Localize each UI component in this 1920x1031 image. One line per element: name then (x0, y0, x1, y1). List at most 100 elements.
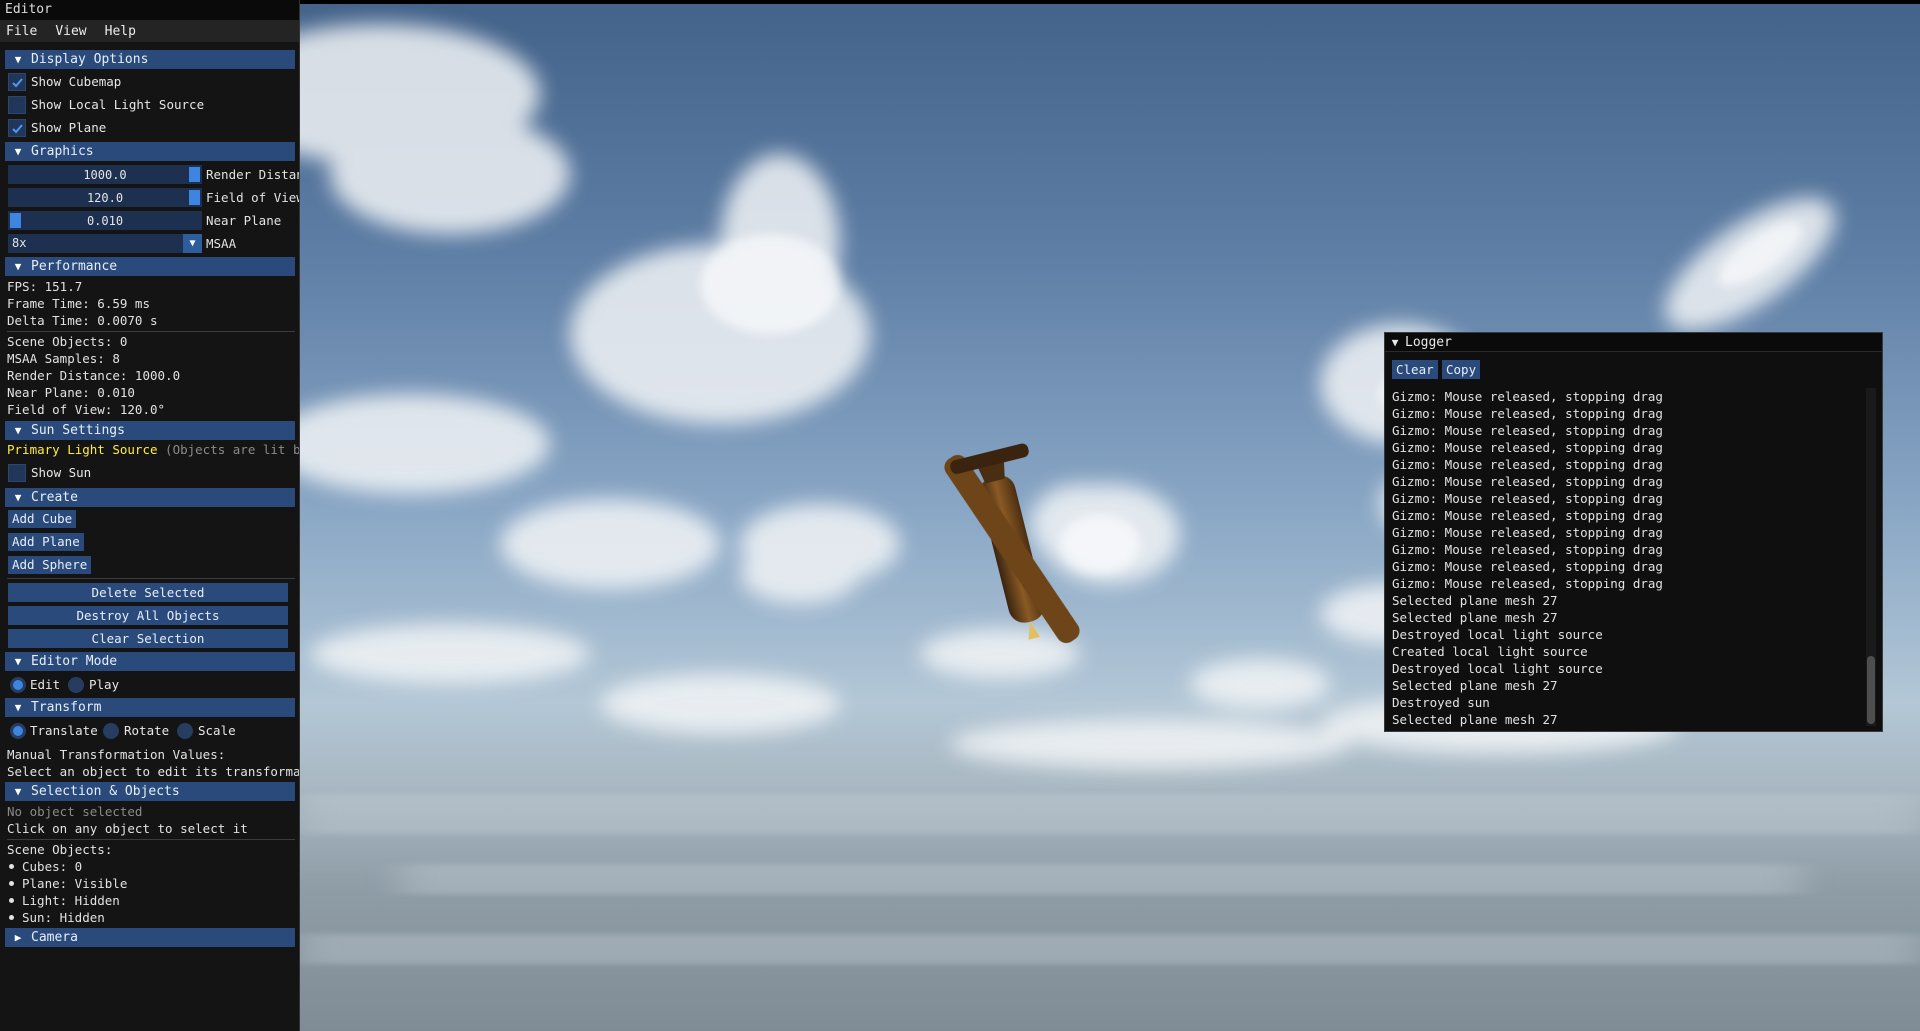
perf-scene-objects: Scene Objects: 0 (7, 334, 128, 349)
header-camera[interactable]: ▶ Camera (5, 928, 295, 947)
divider (7, 578, 295, 579)
perf-frame-time: Frame Time: 6.59 ms (7, 296, 150, 311)
log-line: Gizmo: Mouse released, stopping drag (1392, 406, 1663, 421)
header-create[interactable]: ▼ Create (5, 488, 295, 507)
checkbox-show-plane[interactable] (8, 119, 26, 137)
header-sun-settings[interactable]: ▼ Sun Settings (5, 421, 295, 440)
label-translate: Translate (30, 723, 98, 738)
add-cube-button[interactable]: Add Cube (8, 510, 77, 528)
add-plane-button[interactable]: Add Plane (8, 533, 84, 551)
list-item: Light: Hidden (0, 892, 120, 910)
log-line: Gizmo: Mouse released, stopping drag (1392, 474, 1663, 489)
click-to-select-hint: Click on any object to select it (7, 821, 248, 836)
list-item: Plane: Visible (0, 875, 127, 893)
log-line: Gizmo: Mouse released, stopping drag (1392, 542, 1663, 557)
log-line: Gizmo: Mouse released, stopping drag (1392, 457, 1663, 472)
no-object-selected-text: No object selected (7, 804, 143, 819)
log-line: Gizmo: Mouse released, stopping drag (1392, 423, 1663, 438)
log-line: Gizmo: Mouse released, stopping drag (1392, 508, 1663, 523)
menu-view[interactable]: View (55, 24, 86, 39)
logger-scrollbar[interactable] (1866, 388, 1876, 726)
log-line: Gizmo: Mouse released, stopping drag (1392, 491, 1663, 506)
primary-light-source-line: Primary Light Source (Objects are lit by… (7, 441, 299, 459)
log-line: Selected plane mesh 27 (1392, 593, 1558, 608)
log-line: Destroyed local light source (1392, 661, 1603, 676)
slider-near-plane[interactable]: 0.010 (8, 211, 202, 230)
perf-field-of-view: Field of View: 120.0° (7, 402, 166, 417)
label-msaa: MSAA (206, 236, 237, 251)
checkmark-icon (11, 123, 23, 133)
slider-grab[interactable] (10, 213, 21, 228)
slider-field-of-view[interactable]: 120.0 (8, 188, 202, 207)
perf-msaa-samples: MSAA Samples: 8 (7, 351, 120, 366)
header-selection-objects[interactable]: ▼ Selection & Objects (5, 782, 295, 801)
logger-clear-button[interactable]: Clear (1392, 360, 1438, 379)
collapse-arrow-icon: ▼ (14, 424, 22, 437)
label-show-local-light: Show Local Light Source (31, 97, 205, 112)
collapse-arrow-icon: ▼ (14, 260, 22, 273)
log-line: Destroyed sun (1392, 695, 1490, 710)
label-show-sun: Show Sun (31, 465, 92, 480)
checkbox-show-cubemap[interactable] (8, 73, 26, 91)
perf-delta-time: Delta Time: 0.0070 s (7, 313, 158, 328)
log-line: Selected plane mesh 27 (1392, 610, 1558, 625)
label-show-plane: Show Plane (31, 120, 107, 135)
logger-title-bar[interactable]: ▼ Logger (1385, 333, 1882, 352)
list-item: Sun: Hidden (0, 909, 105, 927)
collapse-arrow-icon: ▼ (14, 491, 22, 504)
slider-render-distance[interactable]: 1000.0 (8, 165, 202, 184)
label-field-of-view: Field of View (206, 190, 300, 205)
collapse-arrow-icon: ▼ (14, 53, 22, 66)
collapse-arrow-icon: ▼ (14, 655, 22, 668)
slider-grab[interactable] (189, 190, 200, 205)
radio-edit[interactable] (10, 677, 26, 693)
collapse-arrow-icon: ▼ (14, 145, 22, 158)
manual-transform-hint: Select an object to edit its transformat… (7, 764, 300, 779)
primary-light-source-label: Primary Light Source (7, 442, 158, 457)
menu-file[interactable]: File (6, 24, 37, 39)
menu-help[interactable]: Help (105, 24, 136, 39)
header-performance[interactable]: ▼ Performance (5, 257, 295, 276)
combo-msaa[interactable]: 8x ▼ (8, 234, 202, 253)
checkmark-icon (11, 77, 23, 87)
log-line: Gizmo: Mouse released, stopping drag (1392, 559, 1663, 574)
radio-scale[interactable] (177, 723, 193, 739)
bullet-icon (9, 898, 14, 903)
bullet-icon (9, 915, 14, 920)
log-line: Destroyed local light source (1392, 627, 1603, 642)
scene-objects-label: Scene Objects: (7, 842, 113, 857)
editor-panel: Editor File View Help ▼ Display Options … (0, 0, 300, 1031)
window-title: Editor (0, 0, 299, 20)
scrollbar-thumb[interactable] (1867, 656, 1875, 724)
log-line: Gizmo: Mouse released, stopping drag (1392, 525, 1663, 540)
destroy-all-objects-button[interactable]: Destroy All Objects (8, 606, 288, 625)
header-transform[interactable]: ▼ Transform (5, 698, 295, 717)
slider-grab[interactable] (189, 167, 200, 182)
logger-copy-button[interactable]: Copy (1442, 360, 1481, 379)
expand-arrow-icon: ▶ (14, 931, 22, 944)
checkbox-show-local-light[interactable] (8, 96, 26, 114)
dropdown-arrow-icon: ▼ (183, 234, 202, 253)
divider (7, 839, 295, 840)
checkbox-show-sun[interactable] (8, 464, 26, 482)
perf-render-distance: Render Distance: 1000.0 (7, 368, 181, 383)
clear-selection-button[interactable]: Clear Selection (8, 629, 288, 648)
log-line: Gizmo: Mouse released, stopping drag (1392, 576, 1663, 591)
header-display-options[interactable]: ▼ Display Options (5, 50, 295, 69)
log-list: Gizmo: Mouse released, stopping drag Giz… (1392, 388, 1862, 728)
menu-bar: File View Help (0, 20, 299, 42)
collapse-arrow-icon[interactable]: ▼ (1385, 336, 1405, 349)
log-line: Gizmo: Mouse released, stopping drag (1392, 440, 1663, 455)
log-line: Created local light source (1392, 644, 1588, 659)
header-editor-mode[interactable]: ▼ Editor Mode (5, 652, 295, 671)
label-near-plane: Near Plane (206, 213, 282, 228)
add-sphere-button[interactable]: Add Sphere (8, 556, 92, 574)
radio-rotate[interactable] (103, 723, 119, 739)
header-graphics[interactable]: ▼ Graphics (5, 142, 295, 161)
delete-selected-button[interactable]: Delete Selected (8, 583, 288, 602)
radio-translate[interactable] (10, 723, 26, 739)
perf-near-plane: Near Plane: 0.010 (7, 385, 135, 400)
collapse-arrow-icon: ▼ (14, 785, 22, 798)
log-line: Gizmo: Mouse released, stopping drag (1392, 389, 1663, 404)
radio-play[interactable] (68, 677, 84, 693)
